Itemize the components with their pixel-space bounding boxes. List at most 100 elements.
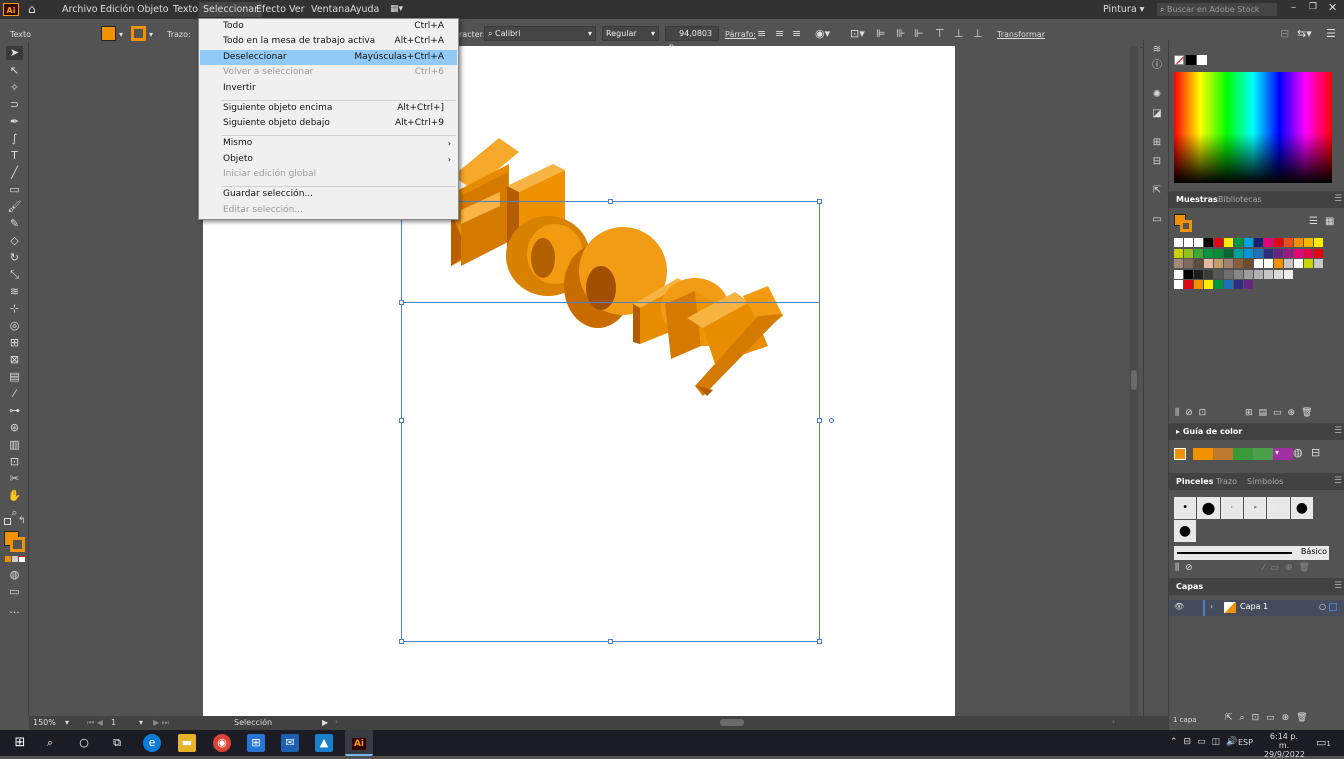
color-swatch[interactable] <box>1274 248 1283 258</box>
color-swatch[interactable] <box>1224 259 1233 268</box>
color-spectrum[interactable] <box>1174 72 1332 183</box>
perspective-grid-tool-icon[interactable]: ⊞ <box>6 336 23 350</box>
swap-colors-icon[interactable]: ↰ <box>18 516 26 526</box>
edge-icon[interactable]: e <box>143 734 161 752</box>
menu-item-invertir[interactable]: Invertir <box>200 81 457 96</box>
color-swatch[interactable] <box>1214 248 1223 258</box>
color-swatch[interactable] <box>1254 238 1263 247</box>
resize-handle[interactable] <box>399 300 404 305</box>
layer-actions-icon[interactable]: ⇱⌕⊡▭⊕🗑 <box>1225 713 1315 723</box>
resize-handle[interactable] <box>608 199 613 204</box>
color-swatch[interactable] <box>1214 280 1223 289</box>
align-to-icon[interactable]: ⊡▾ <box>850 27 865 40</box>
horizontal-scrollbar[interactable]: ‹ › <box>335 717 1115 727</box>
tab-trazo[interactable]: Trazo <box>1211 473 1242 490</box>
blend-tool-icon[interactable]: ⊶ <box>6 404 23 418</box>
align-hcenter-icon[interactable]: ⊪ <box>896 27 906 40</box>
align-bottom-icon[interactable]: ⊥ <box>973 27 983 40</box>
save-group-icon[interactable]: ⊟ <box>1311 446 1320 459</box>
resize-handle[interactable] <box>608 639 613 644</box>
grid-view-icon[interactable]: ▦ <box>1325 216 1334 227</box>
transform-panel-icon[interactable]: ⊞ <box>1150 137 1164 149</box>
properties-icon[interactable]: ≋ <box>1150 44 1164 56</box>
mail-icon[interactable]: ✉ <box>281 734 299 752</box>
menu-item-siguiente-encima[interactable]: Siguiente objeto encima Alt+Ctrl+] <box>200 101 457 116</box>
brush-tools-icon[interactable]: ⫼⊘ <box>1175 563 1199 573</box>
color-swatch[interactable] <box>1284 238 1293 247</box>
isolate-icon[interactable]: ⊟ <box>1280 27 1289 40</box>
free-transform-tool-icon[interactable]: ⊹ <box>6 302 23 316</box>
magic-wand-tool-icon[interactable]: ✧ <box>6 81 23 95</box>
stroke-swatch[interactable] <box>131 26 146 41</box>
align-top-icon[interactable]: ⊤ <box>935 27 945 40</box>
brush-preset[interactable]: • <box>1174 497 1197 519</box>
lasso-tool-icon[interactable]: ⊃ <box>6 98 23 112</box>
color-swatch[interactable] <box>1184 259 1193 268</box>
color-swatch[interactable] <box>1274 238 1283 247</box>
color-swatch[interactable] <box>1194 248 1203 258</box>
chevron-down-icon[interactable]: ▾ <box>1275 448 1279 457</box>
color-swatch[interactable] <box>1234 248 1243 258</box>
color-swatch[interactable] <box>1314 248 1323 258</box>
home-icon[interactable]: ⌂ <box>28 3 42 16</box>
align-left-objects-icon[interactable]: ⊫ <box>876 27 886 40</box>
resize-handle[interactable] <box>817 199 822 204</box>
color-swatch[interactable] <box>1244 248 1253 258</box>
color-swatch[interactable] <box>1314 259 1323 268</box>
brush-preset[interactable]: · <box>1267 497 1290 519</box>
color-swatch[interactable] <box>1204 269 1213 279</box>
gradient-mode-icon[interactable] <box>12 556 18 562</box>
tab-simbolos[interactable]: Símbolos <box>1242 473 1288 490</box>
align-left-icon[interactable]: ≡ <box>757 27 766 40</box>
color-wheel-icon[interactable]: ◍ <box>1293 446 1303 459</box>
font-family-select[interactable]: ⌕ Calibri ▾ <box>484 26 596 41</box>
color-swatch[interactable] <box>1254 248 1263 258</box>
paintbrush-tool-icon[interactable]: 🖌 <box>6 200 23 214</box>
color-swatch[interactable] <box>1294 248 1303 258</box>
draw-mode-icon[interactable]: ◍ <box>6 568 23 582</box>
color-swatch[interactable] <box>1194 259 1203 268</box>
menu-objeto[interactable]: Objeto <box>133 2 173 17</box>
color-swatch[interactable] <box>1204 259 1213 268</box>
windows-start-icon[interactable]: ⊞ <box>11 734 29 752</box>
tab-guia-color[interactable]: ▸ Guía de color <box>1171 423 1247 440</box>
chevron-down-icon[interactable]: ▾ <box>149 30 153 39</box>
target-icon[interactable]: ○ <box>1319 602 1326 611</box>
selection-indicator-icon[interactable] <box>1329 603 1337 611</box>
color-swatch[interactable] <box>1194 280 1203 289</box>
close-icon[interactable]: ✕ <box>1328 1 1337 14</box>
rectangle-tool-icon[interactable]: ▭ <box>6 183 23 197</box>
color-swatch[interactable] <box>1194 238 1203 247</box>
search-icon[interactable]: ⌕ <box>41 734 59 752</box>
notification-icon[interactable]: ▭1 <box>1316 736 1331 749</box>
swatch-actions-icon[interactable]: ⊞▤▭⊕🗑 <box>1245 408 1319 418</box>
menu-texto[interactable]: Texto <box>169 2 202 17</box>
none-swatch[interactable] <box>1174 55 1184 65</box>
resize-handle[interactable] <box>399 639 404 644</box>
color-swatch[interactable] <box>1234 269 1243 279</box>
color-swatch[interactable] <box>1234 259 1243 268</box>
black-swatch[interactable] <box>1186 55 1196 65</box>
curvature-tool-icon[interactable]: ∫ <box>6 132 23 146</box>
menu-ver[interactable]: Ver <box>285 2 309 17</box>
artboard-tool-icon[interactable]: ⊡ <box>6 455 23 469</box>
file-explorer-icon[interactable]: ▬ <box>178 734 196 752</box>
color-swatch[interactable] <box>1214 259 1223 268</box>
color-swatch[interactable] <box>1174 280 1183 289</box>
color-swatch[interactable] <box>1314 238 1323 247</box>
color-mode-icon[interactable] <box>5 556 11 562</box>
color-swatch[interactable] <box>1284 259 1293 268</box>
color-swatch[interactable] <box>1264 269 1273 279</box>
none-mode-icon[interactable] <box>19 556 25 562</box>
color-swatch[interactable] <box>1184 280 1193 289</box>
visibility-eye-icon[interactable]: 👁 <box>1174 602 1184 611</box>
layer-row[interactable]: 👁 › Capa 1 ○ <box>1169 600 1344 616</box>
color-swatch[interactable] <box>1264 238 1273 247</box>
color-swatch[interactable] <box>1194 269 1203 279</box>
color-icon[interactable]: ✺ <box>1150 89 1164 101</box>
resize-handle[interactable] <box>817 639 822 644</box>
panel-menu-icon[interactable]: ☰ <box>1329 191 1344 208</box>
brush-preset[interactable]: ● <box>1174 520 1196 542</box>
arrange-documents-icon[interactable]: ▦▾ <box>390 4 412 15</box>
color-swatch[interactable] <box>1304 259 1313 268</box>
